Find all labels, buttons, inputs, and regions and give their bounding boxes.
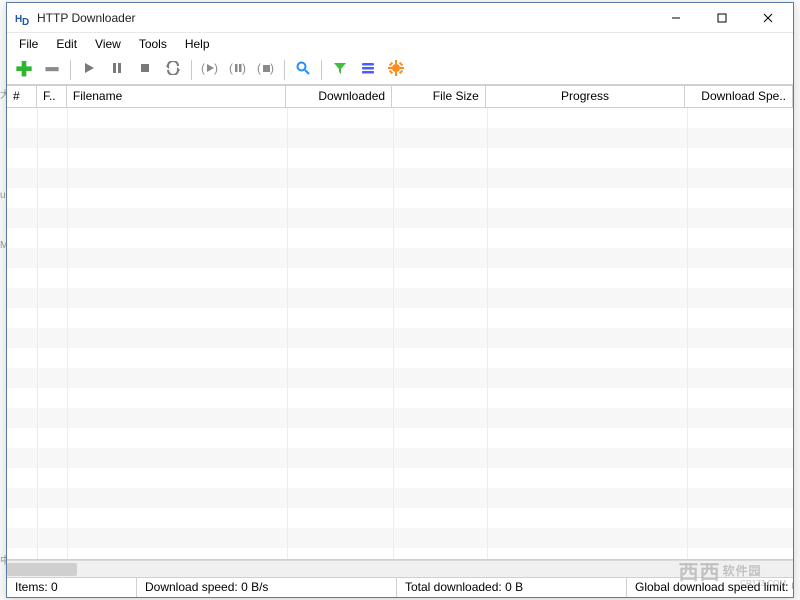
status-speed-label: Download speed: bbox=[145, 580, 238, 594]
restart-icon bbox=[165, 61, 181, 78]
svg-text:): ) bbox=[214, 61, 218, 75]
col-divider bbox=[67, 108, 68, 559]
app-window: H D HTTP Downloader File Edit Vie bbox=[6, 2, 794, 598]
menu-edit[interactable]: Edit bbox=[48, 35, 85, 53]
col-divider bbox=[287, 108, 288, 559]
col-header-speed[interactable]: Download Spe.. bbox=[685, 86, 793, 108]
menu-view[interactable]: View bbox=[87, 35, 129, 53]
desktop-background: 大 un M 中 H D HTTP Downloader bbox=[0, 0, 800, 600]
toolbar-separator bbox=[321, 60, 322, 80]
horizontal-scrollbar[interactable] bbox=[7, 560, 793, 577]
plus-icon: ✚ bbox=[16, 60, 33, 80]
stop-button[interactable] bbox=[132, 57, 158, 83]
menu-file[interactable]: File bbox=[11, 35, 46, 53]
col-header-downloaded[interactable]: Downloaded bbox=[286, 86, 392, 108]
status-items-label: Items: bbox=[15, 580, 48, 594]
status-limit-label: Global download speed limit: bbox=[635, 580, 788, 594]
download-table: # F.. Filename Downloaded File Size Prog… bbox=[7, 85, 793, 577]
status-items-value: 0 bbox=[51, 580, 58, 594]
restart-button[interactable] bbox=[160, 57, 186, 83]
status-total-value: 0 B bbox=[505, 580, 523, 594]
window-controls bbox=[653, 3, 791, 32]
add-button[interactable]: ✚ bbox=[11, 57, 37, 83]
maximize-button[interactable] bbox=[699, 3, 745, 32]
play-icon bbox=[82, 61, 96, 78]
remove-button[interactable]: ━ bbox=[39, 57, 65, 83]
toolbar-separator bbox=[284, 60, 285, 80]
col-divider bbox=[393, 108, 394, 559]
pause-bracket-icon: () bbox=[229, 61, 247, 78]
window-title: HTTP Downloader bbox=[37, 11, 653, 25]
search-button[interactable] bbox=[290, 57, 316, 83]
queue-button[interactable] bbox=[355, 57, 381, 83]
menu-help[interactable]: Help bbox=[177, 35, 218, 53]
minus-icon: ━ bbox=[46, 60, 58, 80]
stop-all-button[interactable]: () bbox=[253, 57, 279, 83]
col-header-num[interactable]: # bbox=[7, 86, 37, 108]
status-total-label: Total downloaded: bbox=[405, 580, 502, 594]
col-divider bbox=[687, 108, 688, 559]
svg-text:): ) bbox=[270, 61, 274, 75]
svg-text:D: D bbox=[22, 17, 29, 26]
pause-icon bbox=[110, 61, 124, 78]
table-header: # F.. Filename Downloaded File Size Prog… bbox=[7, 86, 793, 108]
stop-icon bbox=[138, 61, 152, 78]
pause-button[interactable] bbox=[104, 57, 130, 83]
status-limit: Global download speed limit: Unlimited bbox=[627, 578, 793, 597]
start-button[interactable] bbox=[76, 57, 102, 83]
menubar: File Edit View Tools Help bbox=[7, 33, 793, 55]
gear-icon bbox=[388, 60, 404, 79]
svg-text:(: ( bbox=[257, 61, 261, 75]
pause-all-button[interactable]: () bbox=[225, 57, 251, 83]
col-header-progress[interactable]: Progress bbox=[486, 86, 685, 108]
close-button[interactable] bbox=[745, 3, 791, 32]
status-speed-value: 0 B/s bbox=[241, 580, 268, 594]
statusbar: Items: 0 Download speed: 0 B/s Total dow… bbox=[7, 577, 793, 597]
search-icon bbox=[295, 60, 311, 79]
stop-bracket-icon: () bbox=[257, 61, 275, 78]
funnel-icon bbox=[333, 61, 347, 78]
menu-tools[interactable]: Tools bbox=[131, 35, 175, 53]
start-all-button[interactable]: () bbox=[197, 57, 223, 83]
svg-text:(: ( bbox=[229, 61, 233, 75]
scrollbar-thumb[interactable] bbox=[7, 563, 77, 576]
status-speed: Download speed: 0 B/s bbox=[137, 578, 397, 597]
col-header-filename[interactable]: Filename bbox=[67, 86, 286, 108]
svg-text:): ) bbox=[242, 61, 246, 75]
col-divider bbox=[37, 108, 38, 559]
settings-button[interactable] bbox=[383, 57, 409, 83]
col-header-filesize[interactable]: File Size bbox=[392, 86, 486, 108]
toolbar: ✚ ━ bbox=[7, 55, 793, 85]
minimize-button[interactable] bbox=[653, 3, 699, 32]
table-body[interactable] bbox=[7, 108, 793, 560]
col-divider bbox=[487, 108, 488, 559]
app-icon: H D bbox=[15, 10, 31, 26]
status-total: Total downloaded: 0 B bbox=[397, 578, 627, 597]
status-items: Items: 0 bbox=[7, 578, 137, 597]
status-limit-value: Unlimited bbox=[792, 580, 793, 594]
col-header-flag[interactable]: F.. bbox=[37, 86, 67, 108]
svg-text:(: ( bbox=[201, 61, 205, 75]
filter-button[interactable] bbox=[327, 57, 353, 83]
list-icon bbox=[361, 61, 375, 78]
toolbar-separator bbox=[70, 60, 71, 80]
toolbar-separator bbox=[191, 60, 192, 80]
titlebar[interactable]: H D HTTP Downloader bbox=[7, 3, 793, 33]
play-bracket-icon: () bbox=[201, 61, 219, 78]
